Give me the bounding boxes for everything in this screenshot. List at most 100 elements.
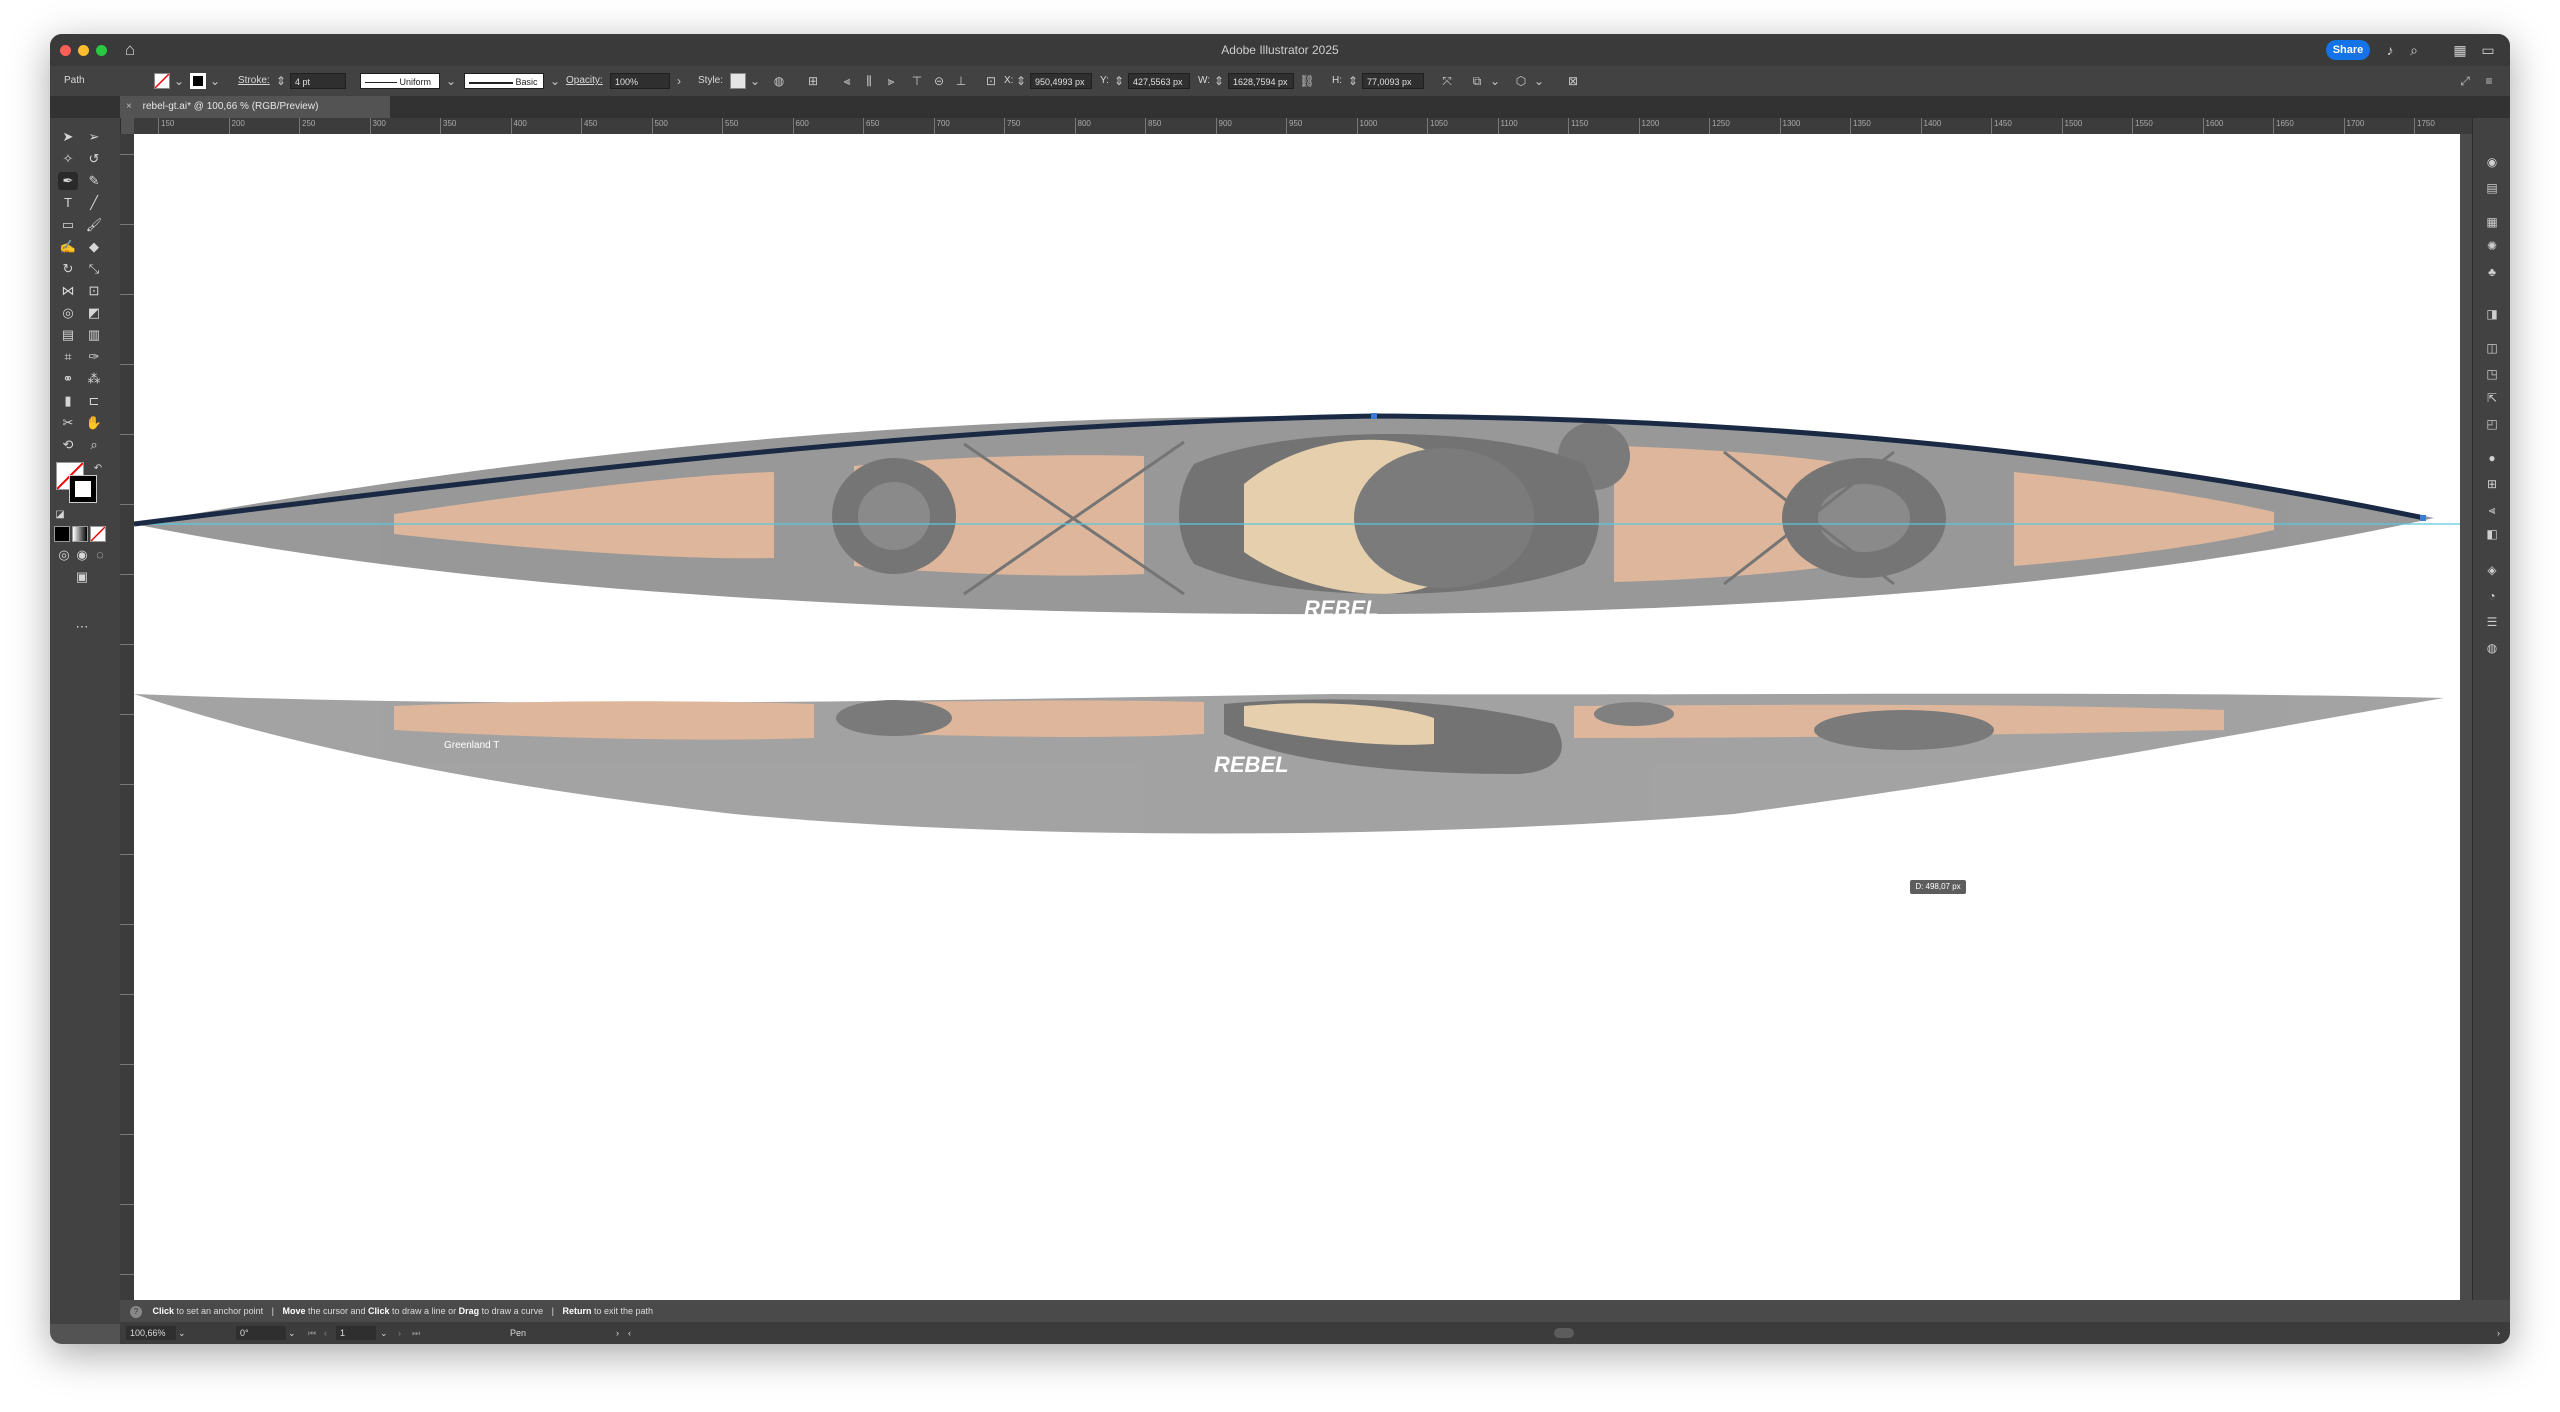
color-icon[interactable]: ● (2483, 450, 2501, 466)
align-right-icon[interactable]: ⫸ (882, 72, 900, 90)
artboards-icon[interactable]: ◔ (2483, 588, 2501, 604)
style-dropdown-icon[interactable]: ⌄ (746, 72, 764, 90)
artboard-tool-icon[interactable]: ⊏ (84, 392, 104, 410)
eyedropper-tool-icon[interactable]: ✑ (84, 348, 104, 366)
draw-behind-icon[interactable]: ◉ (72, 546, 92, 564)
stroke-dropdown-icon[interactable]: ⌄ (206, 72, 224, 90)
live-paint-tool-icon[interactable]: ◩ (84, 304, 104, 322)
align-center-icon[interactable]: ⫼ (860, 72, 878, 90)
curvature-tool-icon[interactable]: ✎ (84, 172, 104, 190)
slice-tool-icon[interactable]: ✂ (58, 414, 78, 432)
stroke-color-widget[interactable] (69, 475, 97, 503)
brush-definition[interactable]: Basic (464, 73, 544, 89)
shape-dropdown-icon[interactable]: ⌄ (1530, 72, 1548, 90)
reference-point-icon[interactable]: ⊡ (982, 72, 1000, 90)
artboard-dropdown-icon[interactable]: ⌄ (380, 1326, 388, 1340)
first-artboard-icon[interactable]: ⏮ (308, 1326, 316, 1340)
transparency-icon[interactable]: ◫ (2483, 340, 2501, 356)
swap-fill-stroke-icon[interactable]: ↶ (92, 460, 104, 478)
align-bottom-icon[interactable]: ⊥ (952, 72, 970, 90)
line-tool-icon[interactable]: ╱ (84, 194, 104, 212)
draw-inside-icon[interactable]: ◌ (90, 546, 110, 564)
free-transform-tool-icon[interactable]: ⊡ (84, 282, 104, 300)
align-left-icon[interactable]: ⫷ (838, 72, 856, 90)
graphic-style-swatch[interactable] (730, 73, 746, 89)
arrange-icon[interactable]: ⧉ (1468, 72, 1486, 90)
rotate-tool-icon[interactable]: ↻ (58, 260, 78, 278)
zoom-window-button[interactable] (96, 45, 107, 56)
character-icon[interactable]: ☰ (2483, 614, 2501, 630)
workspace-switcher-icon[interactable]: ▦ (2450, 40, 2470, 60)
opacity-label[interactable]: Opacity: (566, 73, 603, 89)
brush-dropdown-icon[interactable]: ⌄ (546, 72, 564, 90)
column-graph-tool-icon[interactable]: ▮ (58, 392, 78, 410)
variable-width-profile[interactable]: Uniform (360, 73, 440, 89)
appearance-icon[interactable]: ◳ (2483, 366, 2501, 382)
stroke-weight-field[interactable]: 4 pt (290, 73, 346, 89)
h-field[interactable]: 77,0093 px (1362, 73, 1424, 89)
align-to-icon[interactable]: ⊞ (804, 72, 822, 90)
perspective-grid-tool-icon[interactable]: ▤ (58, 326, 78, 344)
stroke-label[interactable]: Stroke: (238, 73, 270, 89)
eraser-tool-icon[interactable]: ◆ (84, 238, 104, 256)
home-icon[interactable]: ⌂ (120, 40, 140, 60)
scroll-left-icon[interactable]: ‹ (628, 1326, 631, 1340)
y-field[interactable]: 427,5563 px (1128, 73, 1190, 89)
mesh-tool-icon[interactable]: ⌗ (58, 348, 78, 366)
edit-toolbar-icon[interactable]: ⋯ (72, 618, 92, 636)
share-button[interactable]: Share (2326, 40, 2370, 60)
zoom-tool-icon[interactable]: ⌕ (84, 436, 104, 454)
recolor-artwork-icon[interactable]: ◍ (770, 72, 788, 90)
symbol-sprayer-tool-icon[interactable]: ⁂ (84, 370, 104, 388)
opacity-arrow-icon[interactable]: › (670, 72, 688, 90)
export-icon[interactable]: ⇱ (2483, 390, 2501, 406)
direct-selection-tool-icon[interactable]: ➢ (84, 128, 104, 146)
bell-icon[interactable]: ♪ (2380, 40, 2400, 60)
rotate-view-tool-icon[interactable]: ⟲ (58, 436, 78, 454)
zoom-dropdown-icon[interactable]: ⌄ (178, 1326, 186, 1340)
fill-dropdown-icon[interactable]: ⌄ (170, 72, 188, 90)
hand-tool-icon[interactable]: ✋ (84, 414, 104, 432)
align-middle-icon[interactable]: ⊝ (930, 72, 948, 90)
shaper-tool-icon[interactable]: ✍ (58, 238, 78, 256)
width-tool-icon[interactable]: ⋈ (58, 282, 78, 300)
shape-builder-icon[interactable]: ⬡ (1512, 72, 1530, 90)
rectangle-tool-icon[interactable]: ▭ (58, 216, 78, 234)
transform-panel-icon[interactable]: ⊞ (2483, 476, 2501, 492)
asset-export-icon[interactable]: ◰ (2483, 416, 2501, 432)
align-top-icon[interactable]: ⊤ (908, 72, 926, 90)
gradient-tool-icon[interactable]: ▥ (84, 326, 104, 344)
close-window-button[interactable] (60, 45, 71, 56)
rotation-field[interactable]: 0° (236, 1326, 286, 1340)
expand-panels-icon[interactable]: ⤢ (2456, 72, 2474, 90)
panel-toggle-icon[interactable]: ▭ (2478, 40, 2498, 60)
symbols-icon[interactable]: ♣ (2483, 264, 2501, 280)
scale-tool-icon[interactable]: ⤡ (84, 260, 104, 278)
type-tool-icon[interactable]: T (58, 194, 78, 212)
rotation-dropdown-icon[interactable]: ⌄ (288, 1326, 296, 1340)
align-panel-icon[interactable]: ⫷ (2483, 502, 2501, 518)
kayak-side-view[interactable] (134, 693, 2444, 834)
libraries-icon[interactable]: ▤ (2483, 180, 2501, 196)
selection-tool-icon[interactable]: ➤ (58, 128, 78, 146)
blend-tool-icon[interactable]: ⚭ (58, 370, 78, 388)
magic-wand-tool-icon[interactable]: ✧ (58, 150, 78, 168)
paintbrush-tool-icon[interactable]: 🖌 (84, 216, 104, 234)
document-tab[interactable]: × rebel-gt.ai* @ 100,66 % (RGB/Preview) (120, 96, 390, 118)
pathfinder-icon[interactable]: ◧ (2483, 526, 2501, 542)
lasso-tool-icon[interactable]: ↺ (84, 150, 104, 168)
color-mode-icon[interactable] (54, 526, 70, 542)
default-colors-icon[interactable]: ◪ (54, 506, 66, 524)
transform-icon[interactable]: ⤧ (1438, 72, 1456, 90)
layers-icon[interactable]: ◈ (2483, 562, 2501, 578)
brushes-icon[interactable]: ✺ (2483, 238, 2501, 254)
last-artboard-icon[interactable]: ⏭ (412, 1326, 420, 1340)
horizontal-scroll-thumb[interactable] (1554, 1328, 1574, 1338)
h-stepper-icon[interactable]: ⇕ (1344, 72, 1362, 90)
properties-icon[interactable]: ◉ (2483, 154, 2501, 170)
arrange-dropdown-icon[interactable]: ⌄ (1486, 72, 1504, 90)
gradient-icon[interactable]: ◨ (2483, 306, 2501, 322)
previous-artboard-icon[interactable]: ‹ (324, 1326, 327, 1340)
x-field[interactable]: 950,4993 px (1030, 73, 1092, 89)
artboard-number-field[interactable]: 1 (336, 1326, 376, 1340)
